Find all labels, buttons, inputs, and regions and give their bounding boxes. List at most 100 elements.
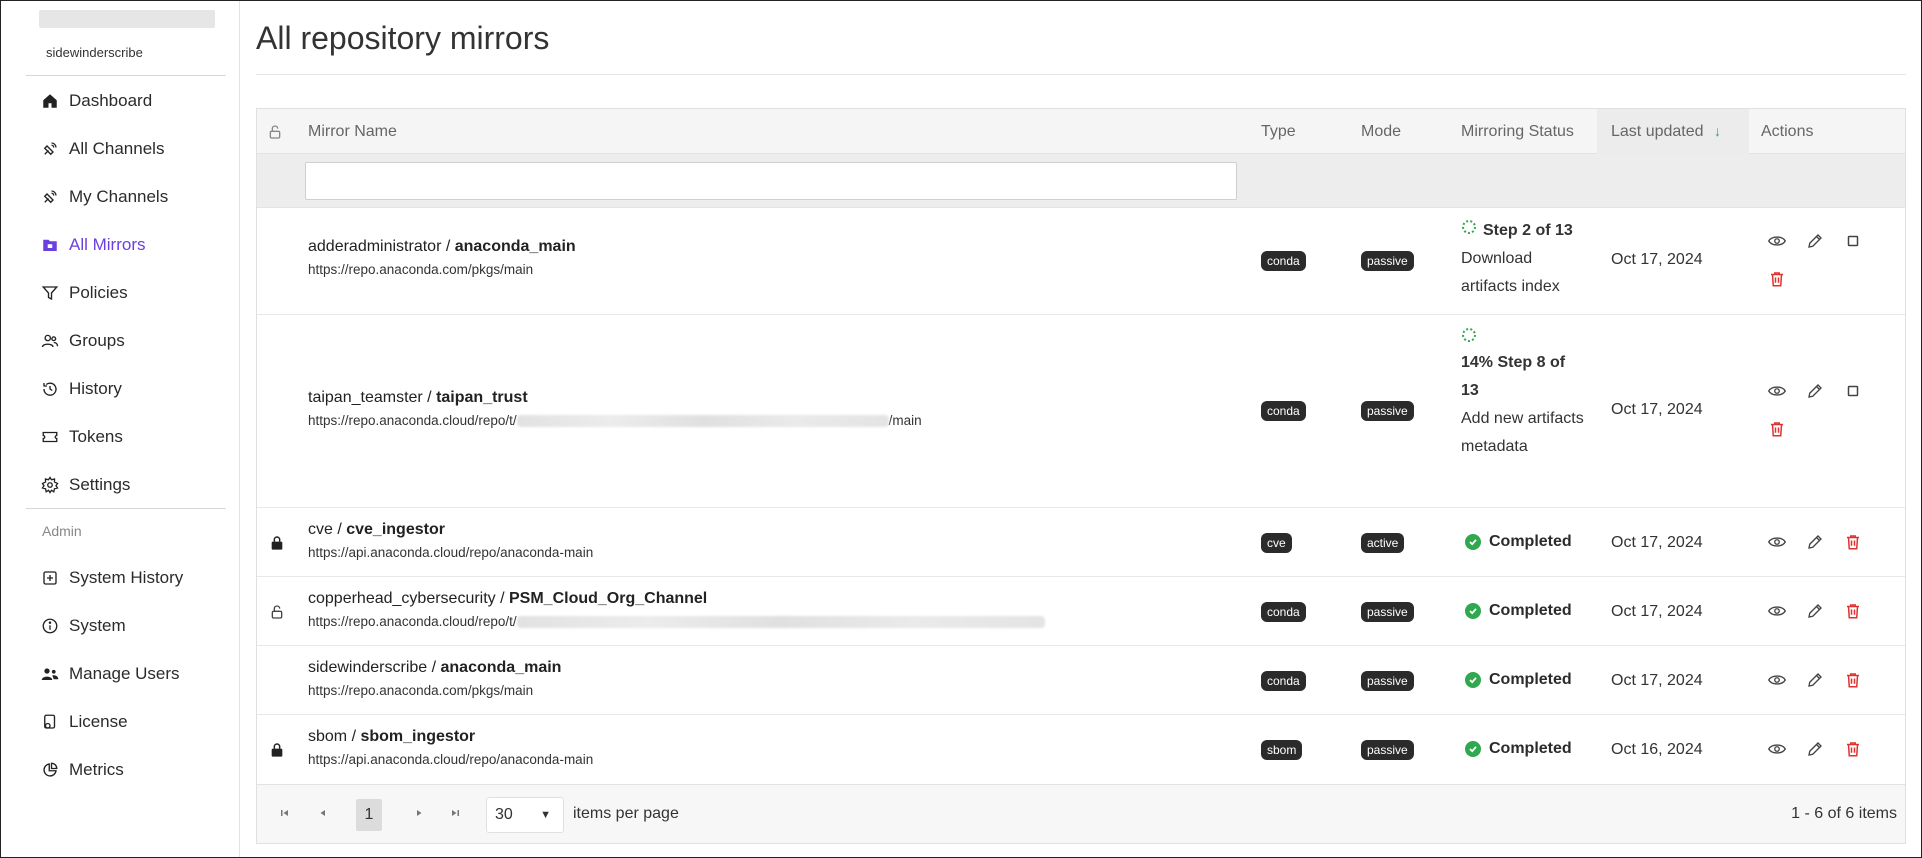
mirror-name[interactable]: sbom / sbom_ingestor [308, 728, 593, 746]
sidebar-item-license[interactable]: License [41, 708, 128, 736]
delete-icon[interactable] [1767, 269, 1787, 289]
sidebar-item-label: Dashboard [69, 91, 153, 110]
mirror-owner: sbom / [308, 728, 361, 745]
view-icon[interactable] [1767, 231, 1787, 251]
view-icon[interactable] [1767, 532, 1787, 552]
actions-cell [1767, 231, 1863, 289]
sidebar-item-dashboard[interactable]: Dashboard [41, 87, 152, 115]
sidebar-item-history[interactable]: History [41, 375, 122, 403]
view-icon[interactable] [1767, 381, 1787, 401]
items-per-page-value: 30 [495, 806, 513, 823]
actions-cell [1767, 532, 1863, 552]
view-icon[interactable] [1767, 670, 1787, 690]
sidebar-item-policies[interactable]: Policies [41, 279, 128, 307]
edit-pencil-icon[interactable] [1805, 739, 1825, 759]
sidebar-item-label: All Channels [69, 139, 165, 158]
mirror-name[interactable]: copperhead_cybersecurity / PSM_Cloud_Org… [308, 590, 1045, 608]
lock-column-header[interactable] [267, 109, 287, 154]
unlock-icon [271, 605, 283, 619]
sidebar-item-my-channels[interactable]: My Channels [41, 183, 168, 211]
type-cell: conda [1261, 601, 1306, 622]
last-updated: Oct 17, 2024 [1611, 672, 1703, 689]
info-icon [41, 617, 59, 635]
sidebar-item-all-channels[interactable]: All Channels [41, 135, 164, 163]
last-updated: Oct 16, 2024 [1611, 741, 1703, 758]
current-page-button[interactable]: 1 [356, 799, 382, 831]
mirror-url: https://api.anaconda.cloud/repo/anaconda… [308, 752, 594, 767]
delete-icon[interactable] [1767, 419, 1787, 439]
delete-icon[interactable] [1843, 739, 1863, 759]
check-circle-icon [1465, 672, 1481, 688]
system-history-icon [41, 569, 59, 587]
sidebar-item-all-mirrors[interactable]: All Mirrors [41, 231, 146, 259]
mirror-url: https://api.anaconda.cloud/repo/anaconda… [308, 545, 594, 560]
column-header-type[interactable]: Type [1261, 109, 1296, 154]
mirror-name[interactable]: adderadministrator / anaconda_main [308, 238, 576, 256]
stop-icon[interactable] [1843, 231, 1863, 251]
mirror-name-cell: sbom / sbom_ingestor https://api.anacond… [308, 728, 593, 767]
edit-pencil-icon[interactable] [1805, 670, 1825, 690]
sidebar-item-manage-users[interactable]: Manage Users [41, 660, 180, 688]
delete-icon[interactable] [1843, 601, 1863, 621]
delete-icon[interactable] [1843, 532, 1863, 552]
sidebar-item-label: Tokens [69, 427, 123, 446]
stop-icon[interactable] [1843, 381, 1863, 401]
view-icon[interactable] [1767, 601, 1787, 621]
edit-pencil-icon[interactable] [1805, 231, 1825, 251]
redacted-text [516, 616, 1045, 629]
lock-icon [271, 536, 283, 550]
prev-page-icon[interactable] [315, 805, 331, 821]
delete-icon[interactable] [1843, 670, 1863, 690]
sidebar-item-settings[interactable]: Settings [41, 471, 130, 499]
mirror-owner: taipan_teamster / [308, 389, 437, 406]
next-page-icon[interactable] [411, 805, 427, 821]
view-icon[interactable] [1767, 739, 1787, 759]
users-icon [41, 332, 59, 350]
type-badge: conda [1261, 401, 1306, 421]
mirror-url: https://repo.anaconda.cloud/repo/t/ /main [308, 413, 922, 428]
satellite-icon [41, 188, 59, 206]
sidebar-item-system-history[interactable]: System History [41, 564, 183, 592]
column-header-last-updated[interactable]: Last updated ↓ [1597, 109, 1749, 154]
actions-cell [1767, 601, 1863, 621]
org-selector[interactable] [39, 10, 215, 28]
satellite-icon [41, 140, 59, 158]
table-row: cve / cve_ingestor https://api.anaconda.… [257, 508, 1905, 577]
sidebar-item-tokens[interactable]: Tokens [41, 423, 123, 451]
sidebar-item-system[interactable]: System [41, 612, 126, 640]
mirror-name[interactable]: cve / cve_ingestor [308, 521, 593, 539]
first-page-icon[interactable] [277, 805, 293, 821]
mirror-channel: cve_ingestor [346, 521, 445, 538]
mirror-name[interactable]: sidewinderscribe / anaconda_main [308, 659, 561, 677]
unlock-icon [269, 124, 281, 139]
sidebar-divider [26, 75, 226, 76]
mode-cell: passive [1361, 739, 1414, 760]
mirror-url: https://repo.anaconda.com/pkgs/main [308, 262, 534, 277]
mirror-owner: copperhead_cybersecurity / [308, 590, 509, 607]
last-page-icon[interactable] [447, 805, 463, 821]
status-cell: Completed [1465, 671, 1572, 689]
lock-icon [271, 743, 283, 757]
mode-cell: passive [1361, 601, 1414, 622]
column-header-status[interactable]: Mirroring Status [1461, 109, 1574, 154]
mirror-name[interactable]: taipan_teamster / taipan_trust [308, 389, 922, 407]
items-per-page-select[interactable]: 30 ▼ [486, 797, 564, 833]
edit-pencil-icon[interactable] [1805, 381, 1825, 401]
edit-pencil-icon[interactable] [1805, 532, 1825, 552]
items-per-page-label: items per page [573, 805, 679, 822]
edit-pencil-icon[interactable] [1805, 601, 1825, 621]
column-header-label: Last updated [1611, 123, 1704, 140]
check-circle-icon [1465, 603, 1481, 619]
sidebar-item-metrics[interactable]: Metrics [41, 756, 124, 784]
status-percent: 14% [1461, 354, 1494, 371]
sidebar-item-label: Policies [69, 283, 128, 302]
column-header-mode[interactable]: Mode [1361, 109, 1401, 154]
status-label: Completed [1489, 602, 1572, 619]
column-header-mirror-name[interactable]: Mirror Name [308, 109, 397, 154]
mirror-channel: anaconda_main [454, 238, 576, 255]
admin-section-label: Admin [42, 523, 82, 539]
ticket-icon [41, 428, 59, 446]
mirror-name-filter-input[interactable] [305, 162, 1237, 200]
sidebar-item-groups[interactable]: Groups [41, 327, 125, 355]
status-label: Completed [1489, 740, 1572, 757]
